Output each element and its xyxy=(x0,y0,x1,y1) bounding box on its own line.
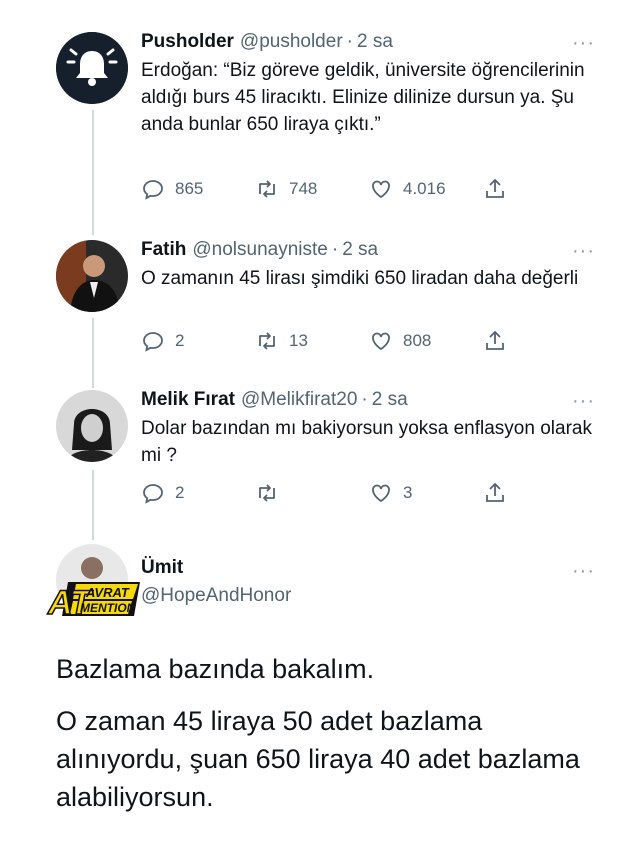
tweet-melik[interactable]: Melik Fırat @Melikfirat20 · 2 sa Dolar b… xyxy=(0,370,635,530)
avatar[interactable] xyxy=(56,240,128,312)
reply-icon xyxy=(143,332,163,352)
share-button[interactable] xyxy=(483,176,523,202)
avatar[interactable] xyxy=(56,390,128,462)
like-button[interactable]: 808 xyxy=(369,328,483,354)
more-icon[interactable]: ··· xyxy=(572,241,595,261)
retweet-count: 748 xyxy=(289,179,318,198)
author-handle[interactable]: @pusholder xyxy=(240,30,343,54)
reply-count: 865 xyxy=(175,179,204,198)
more-icon[interactable]: ··· xyxy=(572,391,595,411)
tweet-pusholder[interactable]: Pusholder @pusholder · 2 sa Erdoğan: “Bi… xyxy=(0,0,635,220)
reply-button[interactable]: 2 xyxy=(141,328,255,354)
like-icon xyxy=(372,332,390,351)
author-handle[interactable]: @Melikfirat20 xyxy=(241,388,357,412)
tweet-header: Fatih @nolsunayniste · 2 sa xyxy=(141,238,595,262)
reply-icon xyxy=(143,180,163,200)
reply-button[interactable]: 865 xyxy=(141,176,255,202)
retweet-button[interactable]: 13 xyxy=(255,328,369,354)
tweet-text: Erdoğan: “Biz göreve geldik, üniversite … xyxy=(141,60,585,135)
like-count: 4.016 xyxy=(403,179,446,198)
tweet-text: Dolar bazından mı bakiyorsun yoksa enfla… xyxy=(141,418,592,466)
like-button[interactable]: 3 xyxy=(369,480,483,506)
tweet-text-paragraph-2: O zaman 45 liraya 50 adet bazlama alınıy… xyxy=(56,706,580,812)
retweet-count: 13 xyxy=(289,331,308,350)
tweet-text: O zamanın 45 lirası şimdiki 650 liradan … xyxy=(141,268,579,289)
author-handle[interactable]: @nolsunayniste xyxy=(192,238,327,262)
author-handle[interactable]: @HopeAndHonor xyxy=(141,584,291,608)
like-count: 3 xyxy=(403,483,413,502)
share-icon xyxy=(486,178,504,198)
avatar-photo xyxy=(56,390,128,462)
like-button[interactable]: 4.016 xyxy=(369,176,483,202)
retweet-button[interactable] xyxy=(255,480,369,506)
share-icon xyxy=(486,330,504,350)
share-icon xyxy=(486,482,504,502)
more-icon[interactable]: ··· xyxy=(572,561,595,581)
tweet-actions: 865 748 4.016 xyxy=(141,176,541,202)
tweet-header-handle: @HopeAndHonor xyxy=(141,584,595,608)
reply-count: 2 xyxy=(175,331,185,350)
author-name[interactable]: Ümit xyxy=(141,556,183,580)
share-button[interactable] xyxy=(483,480,523,506)
timestamp[interactable]: 2 sa xyxy=(342,238,378,262)
timestamp[interactable]: 2 sa xyxy=(357,30,393,54)
reply-icon xyxy=(143,484,163,504)
tweet-fatih[interactable]: Fatih @nolsunayniste · 2 sa O zamanın 45… xyxy=(0,220,635,370)
author-name[interactable]: Fatih xyxy=(141,238,186,262)
separator-dot: · xyxy=(346,31,353,52)
timestamp[interactable]: 2 sa xyxy=(372,388,408,412)
avatar-photo xyxy=(56,240,128,312)
watermark-logo: AT AVRAT MENTION xyxy=(46,578,142,623)
tweet-header: Melik Fırat @Melikfirat20 · 2 sa xyxy=(141,388,595,412)
tweet-actions: 2 3 xyxy=(141,480,541,506)
tweet-umit[interactable]: Ümit @HopeAndHonor ··· Bazlama bazında b… xyxy=(0,530,635,842)
watermark-logo-graphic: AT AVRAT MENTION xyxy=(46,582,140,623)
bell-icon xyxy=(56,32,128,104)
share-button[interactable] xyxy=(483,328,523,354)
separator-dot: · xyxy=(331,239,339,260)
retweet-button[interactable]: 748 xyxy=(255,176,369,202)
tweet-actions: 2 13 808 xyxy=(141,328,541,354)
author-name[interactable]: Melik Fırat xyxy=(141,388,235,412)
separator-dot: · xyxy=(361,389,368,410)
reply-button[interactable]: 2 xyxy=(141,480,255,506)
more-icon[interactable]: ··· xyxy=(572,33,595,53)
tweet-header: Pusholder @pusholder · 2 sa xyxy=(141,30,595,54)
retweet-icon xyxy=(259,484,275,502)
watermark-bottom: MENTION xyxy=(80,601,136,615)
like-count: 808 xyxy=(403,331,432,350)
watermark-top: AVRAT xyxy=(85,585,130,600)
like-icon xyxy=(372,484,390,503)
retweet-icon xyxy=(259,332,275,350)
like-icon xyxy=(372,180,390,199)
tweet-text-paragraph-1: Bazlama bazında bakalım. xyxy=(56,654,375,684)
author-name[interactable]: Pusholder xyxy=(141,30,234,54)
avatar[interactable] xyxy=(56,32,128,104)
retweet-icon xyxy=(259,180,275,198)
tweet-header: Ümit xyxy=(141,556,595,580)
reply-count: 2 xyxy=(175,483,185,502)
